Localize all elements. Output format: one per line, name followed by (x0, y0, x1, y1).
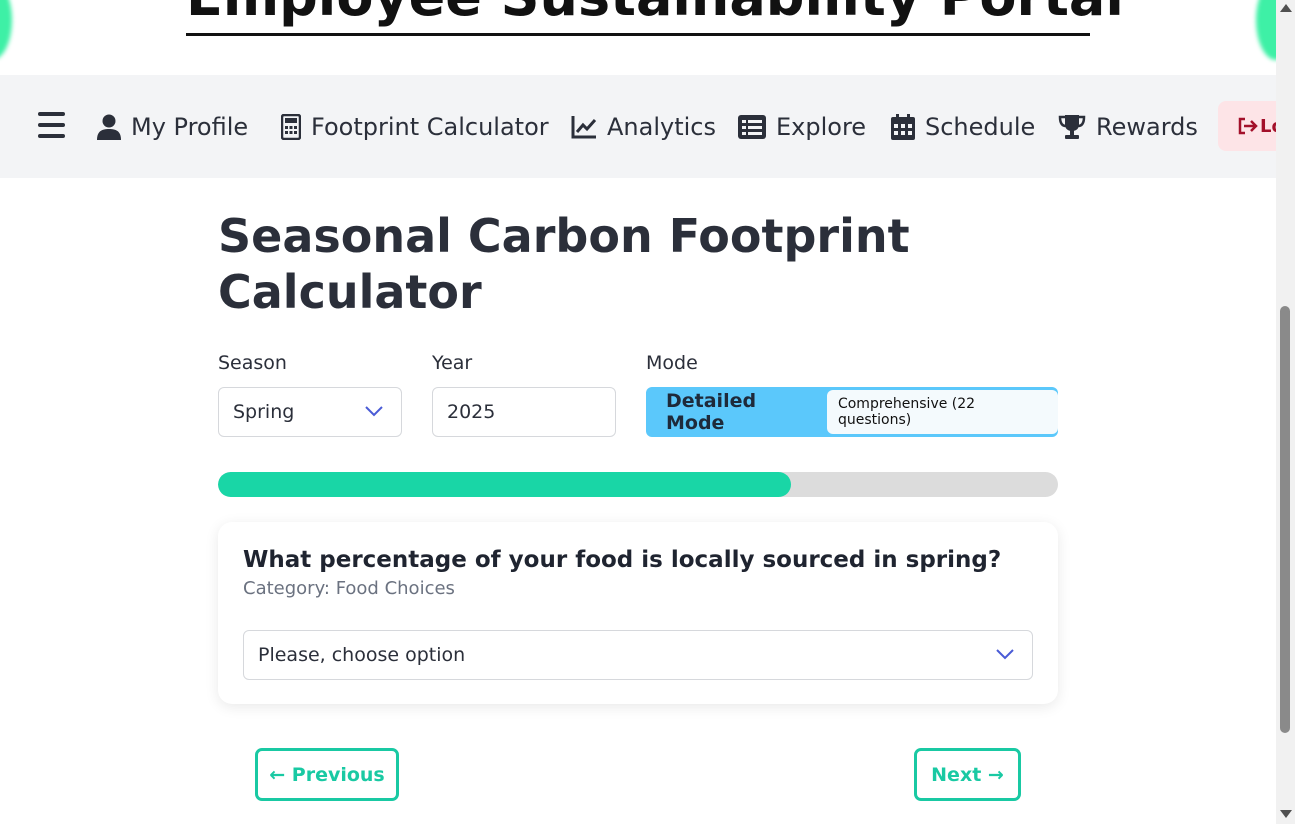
logout-button[interactable]: Lo (1218, 101, 1276, 151)
nav-label: Explore (776, 112, 867, 141)
answer-select[interactable]: Please, choose option (243, 630, 1033, 680)
question-card: What percentage of your food is locally … (218, 522, 1058, 704)
mode-toggle[interactable]: Detailed Mode Comprehensive (22 question… (646, 387, 1058, 437)
list-icon (738, 114, 766, 139)
season-label: Season (218, 352, 287, 374)
calculator-icon (281, 113, 301, 140)
nav-item-explore[interactable]: Explore (738, 75, 866, 178)
mode-label: Mode (646, 352, 698, 374)
nav-label: My Profile (131, 112, 249, 141)
nav-label: Rewards (1096, 112, 1198, 141)
vertical-scrollbar[interactable] (1276, 0, 1295, 824)
nav-label: Footprint Calculator (311, 112, 549, 141)
main-navbar: My Profile Footprint Calculator Analytic… (0, 75, 1276, 178)
trophy-icon (1058, 114, 1086, 139)
nav-item-rewards[interactable]: Rewards (1058, 75, 1198, 178)
decorative-glow (1256, 0, 1276, 60)
portal-header: Employee Sustainability Portal (0, 0, 1276, 75)
season-select[interactable]: Spring (218, 387, 402, 437)
hamburger-menu-icon[interactable] (38, 112, 65, 140)
nav-item-my-profile[interactable]: My Profile (97, 75, 248, 178)
nav-item-schedule[interactable]: Schedule (891, 75, 1035, 178)
next-button[interactable]: Next → (914, 748, 1021, 801)
progress-bar (218, 472, 1058, 497)
logout-icon (1238, 117, 1258, 135)
logout-label: Lo (1260, 115, 1276, 137)
scroll-up-arrow-icon[interactable] (1280, 4, 1292, 12)
year-input[interactable] (432, 387, 616, 437)
season-value: Spring (233, 401, 295, 423)
user-icon (97, 114, 121, 140)
chevron-down-icon (996, 649, 1014, 660)
answer-placeholder: Please, choose option (258, 644, 466, 666)
nav-label: Analytics (607, 112, 716, 141)
nav-item-footprint-calculator[interactable]: Footprint Calculator (281, 75, 549, 178)
scrollbar-thumb[interactable] (1280, 306, 1290, 733)
title-underline (186, 33, 1090, 36)
chevron-down-icon (365, 406, 383, 417)
page-title: Seasonal Carbon Footprint Calculator (218, 209, 910, 319)
calendar-icon (891, 113, 915, 140)
year-label: Year (432, 352, 473, 374)
scroll-down-arrow-icon[interactable] (1280, 810, 1292, 818)
progress-bar-fill (218, 472, 791, 497)
mode-value: Detailed Mode (666, 390, 757, 434)
question-text: What percentage of your food is locally … (243, 547, 1002, 573)
mode-badge: Comprehensive (22 questions) (826, 390, 1058, 434)
decorative-glow (0, 0, 12, 60)
nav-item-analytics[interactable]: Analytics (571, 75, 716, 178)
question-category: Category: Food Choices (243, 578, 455, 599)
nav-label: Schedule (925, 112, 1036, 141)
portal-title: Employee Sustainability Portal (186, 0, 1124, 32)
previous-button[interactable]: ← Previous (255, 748, 399, 801)
chart-line-icon (571, 115, 597, 138)
